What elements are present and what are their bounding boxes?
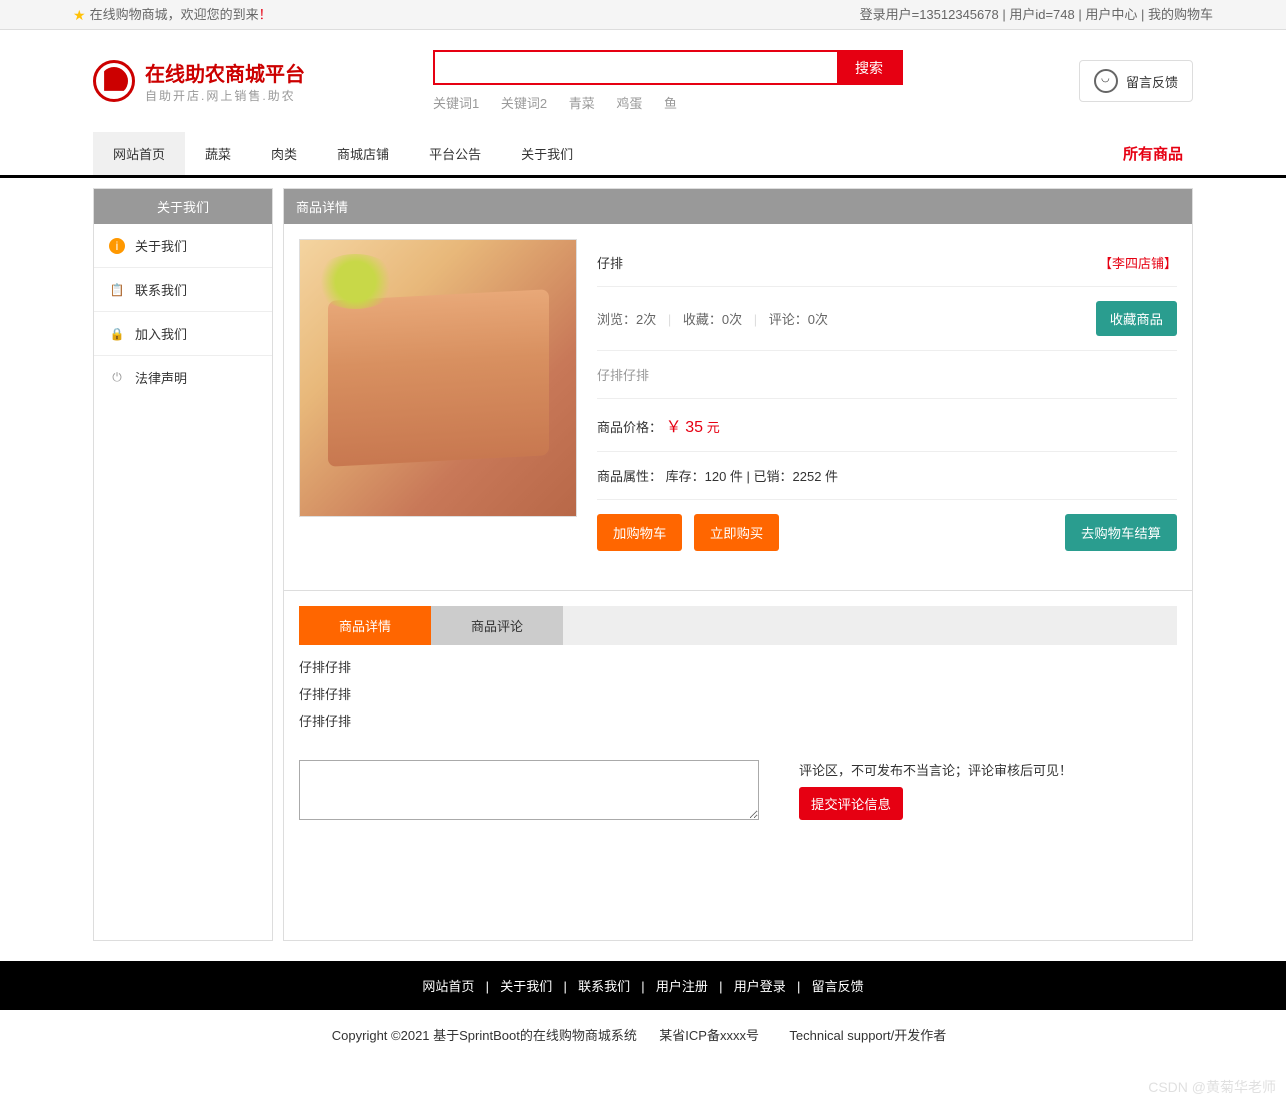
star-icon: ★ <box>73 0 86 30</box>
clipboard-icon: 📋 <box>109 282 125 298</box>
tabs: 商品详情 商品评论 <box>299 606 1177 645</box>
search-input[interactable] <box>435 52 837 83</box>
watermark: CSDN @黄菊华老师 <box>1148 1077 1276 1097</box>
footer-link-about[interactable]: 关于我们 <box>500 979 552 994</box>
detail-content: 仔排仔排 仔排仔排 仔排仔排 <box>299 645 1177 750</box>
comment-area: 评论区，不可发布不当言论；评论审核后可见！ 提交评论信息 <box>299 760 1177 820</box>
product-stats: 浏览：2次 | 收藏：0次 | 评论：0次 <box>597 309 828 328</box>
nav-all-products[interactable]: 所有商品 <box>1123 143 1193 164</box>
checkout-button[interactable]: 去购物车结算 <box>1065 514 1177 551</box>
product-info: 仔排 【李四店铺】 浏览：2次 | 收藏：0次 | 评论：0次 收藏商品 仔排仔… <box>597 239 1177 565</box>
comment-note: 评论区，不可发布不当言论；评论审核后可见！ <box>799 760 1177 779</box>
sidebar-item-about[interactable]: i 关于我们 <box>94 224 272 268</box>
footer-copyright: Copyright ©2021 基于SprintBoot的在线购物商城系统 某省… <box>0 1010 1286 1059</box>
sidebar-item-legal[interactable]: ⏻ 法律声明 <box>94 356 272 399</box>
tech-link[interactable]: Technical support/开发作者 <box>789 1028 946 1043</box>
copyright-text: Copyright ©2021 基于SprintBoot的在线购物商城系统 <box>332 1028 637 1043</box>
top-right-links: 登录用户=13512345678 | 用户id=748 | 用户中心 | 我的购… <box>860 0 1213 30</box>
tab-comments[interactable]: 商品评论 <box>431 606 563 645</box>
detail-line: 仔排仔排 <box>299 657 1177 676</box>
sidebar-label: 联系我们 <box>135 280 187 299</box>
detail-section: 商品详情 商品评论 仔排仔排 仔排仔排 仔排仔排 评论区，不可发布不当言论；评论… <box>284 590 1192 940</box>
nav-announce[interactable]: 平台公告 <box>409 132 501 175</box>
detail-line: 仔排仔排 <box>299 711 1177 730</box>
price-value: 35 <box>685 419 703 436</box>
power-icon: ⏻ <box>109 370 125 386</box>
comments-count: 评论：0次 <box>769 312 828 327</box>
price-symbol: ￥ <box>666 419 682 436</box>
my-cart-link[interactable]: 我的购物车 <box>1148 7 1213 22</box>
user-id: 用户id=748 <box>1009 7 1074 22</box>
detail-line: 仔排仔排 <box>299 684 1177 703</box>
comment-textarea[interactable] <box>299 760 759 820</box>
welcome-text: ★ 在线购物商城，欢迎您的到来 ！ <box>73 0 272 30</box>
footer-nav: 网站首页 | 关于我们 | 联系我们 | 用户注册 | 用户登录 | 留言反馈 <box>0 961 1286 1010</box>
product-desc: 仔排仔排 <box>597 365 649 384</box>
product-name: 仔排 <box>597 253 623 272</box>
logo-icon <box>93 60 135 102</box>
search-button[interactable]: 搜索 <box>837 52 901 83</box>
price-label: 商品价格： <box>597 420 662 435</box>
top-bar: ★ 在线购物商城，欢迎您的到来 ！ 登录用户=13512345678 | 用户i… <box>0 0 1286 30</box>
footer-link-register[interactable]: 用户注册 <box>656 979 708 994</box>
buy-now-button[interactable]: 立即购买 <box>694 514 779 551</box>
main-content: 关于我们 i 关于我们 📋 联系我们 🔒 加入我们 ⏻ 法律声明 商品详情 仔排… <box>93 188 1193 941</box>
user-center-link[interactable]: 用户中心 <box>1085 7 1137 22</box>
keyword-link[interactable]: 关键词1 <box>433 96 479 111</box>
product-attributes: 商品属性： 库存：120 件 | 已销：2252 件 <box>597 466 838 485</box>
footer-link-login[interactable]: 用户登录 <box>734 979 786 994</box>
icp-link[interactable]: 某省ICP备xxxx号 <box>659 1028 759 1043</box>
search-keywords: 关键词1 关键词2 青菜 鸡蛋 鱼 <box>433 93 1079 112</box>
footer-link-feedback[interactable]: 留言反馈 <box>812 979 864 994</box>
nav-shops[interactable]: 商城店铺 <box>317 132 409 175</box>
nav-meat[interactable]: 肉类 <box>251 132 317 175</box>
keyword-link[interactable]: 青菜 <box>569 96 595 111</box>
favorite-button[interactable]: 收藏商品 <box>1096 301 1177 336</box>
nav-about[interactable]: 关于我们 <box>501 132 593 175</box>
content-area: 商品详情 仔排 【李四店铺】 浏览：2次 | 收藏：0次 | 评论：0次 收藏商… <box>283 188 1193 941</box>
shop-link[interactable]: 【李四店铺】 <box>1099 253 1177 272</box>
headset-icon <box>1094 69 1118 93</box>
submit-comment-button[interactable]: 提交评论信息 <box>799 787 903 820</box>
product-image <box>299 239 577 517</box>
site-subtitle: 自助开店.网上销售.助农 <box>145 87 305 104</box>
keyword-link[interactable]: 鸡蛋 <box>616 96 642 111</box>
views-count: 浏览：2次 <box>597 312 656 327</box>
product-area: 仔排 【李四店铺】 浏览：2次 | 收藏：0次 | 评论：0次 收藏商品 仔排仔… <box>284 224 1192 580</box>
sidebar-title: 关于我们 <box>94 189 272 224</box>
logo-area[interactable]: 在线助农商城平台 自助开店.网上销售.助农 <box>93 58 433 104</box>
lock-icon: 🔒 <box>109 326 125 342</box>
price-row: 商品价格： ￥ 35 元 <box>597 413 720 437</box>
sidebar: 关于我们 i 关于我们 📋 联系我们 🔒 加入我们 ⏻ 法律声明 <box>93 188 273 941</box>
welcome-msg: 在线购物商城，欢迎您的到来 <box>90 0 259 30</box>
login-user: 登录用户=13512345678 <box>860 7 999 22</box>
add-cart-button[interactable]: 加购物车 <box>597 514 682 551</box>
tab-detail[interactable]: 商品详情 <box>299 606 431 645</box>
footer-link-home[interactable]: 网站首页 <box>422 979 474 994</box>
site-title: 在线助农商城平台 <box>145 58 305 87</box>
footer-link-contact[interactable]: 联系我们 <box>578 979 630 994</box>
nav-menu: 网站首页 蔬菜 肉类 商城店铺 平台公告 关于我们 <box>93 132 593 175</box>
info-icon: i <box>109 238 125 254</box>
nav-vegetables[interactable]: 蔬菜 <box>185 132 251 175</box>
price-unit: 元 <box>707 420 720 435</box>
sidebar-item-join[interactable]: 🔒 加入我们 <box>94 312 272 356</box>
favs-count: 收藏：0次 <box>683 312 742 327</box>
sidebar-label: 法律声明 <box>135 368 187 387</box>
nav-home[interactable]: 网站首页 <box>93 132 185 175</box>
sidebar-item-contact[interactable]: 📋 联系我们 <box>94 268 272 312</box>
nav-bar: 网站首页 蔬菜 肉类 商城店铺 平台公告 关于我们 所有商品 <box>0 132 1286 178</box>
feedback-label: 留言反馈 <box>1126 72 1178 91</box>
sidebar-label: 加入我们 <box>135 324 187 343</box>
feedback-button[interactable]: 留言反馈 <box>1079 60 1193 102</box>
header: 在线助农商城平台 自助开店.网上销售.助农 搜索 关键词1 关键词2 青菜 鸡蛋… <box>0 30 1286 132</box>
keyword-link[interactable]: 鱼 <box>664 96 677 111</box>
content-title: 商品详情 <box>284 189 1192 224</box>
keyword-link[interactable]: 关键词2 <box>501 96 547 111</box>
search-area: 搜索 关键词1 关键词2 青菜 鸡蛋 鱼 <box>433 50 1079 112</box>
sidebar-label: 关于我们 <box>135 236 187 255</box>
exclaim: ！ <box>259 0 272 30</box>
